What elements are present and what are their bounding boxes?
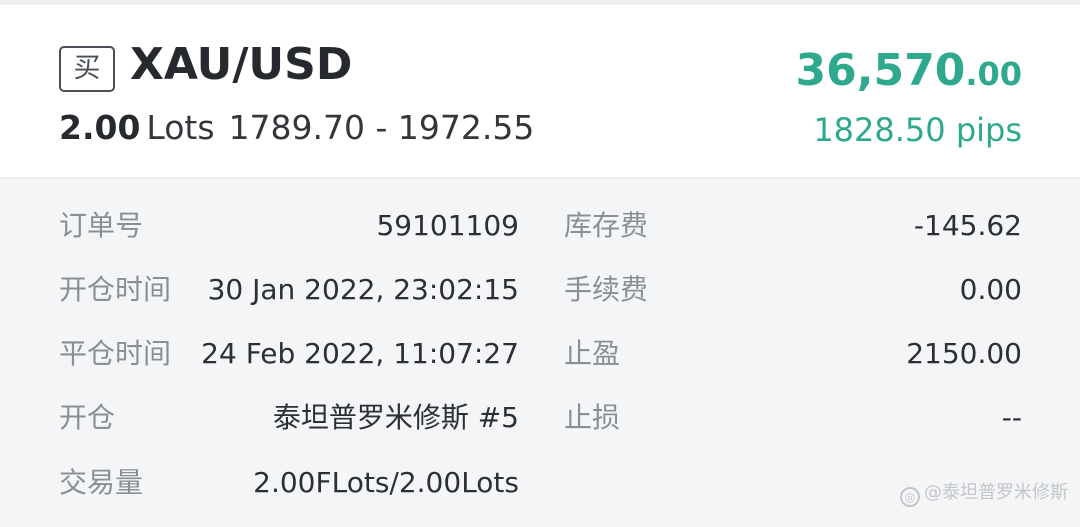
order-no-label: 订单号 — [59, 209, 144, 242]
open-value: 泰坦普罗米修斯 #5 — [272, 401, 519, 434]
profit-amount: 36,570.00 — [796, 45, 1022, 96]
close-time-label: 平仓时间 — [59, 337, 172, 370]
commission-value: 0.00 — [959, 273, 1022, 306]
swap-value: -145.62 — [913, 209, 1022, 242]
stop-loss-label: 止损 — [564, 401, 621, 434]
take-profit-label: 止盈 — [564, 337, 621, 370]
open-time-label: 开仓时间 — [59, 273, 172, 306]
take-profit-value: 2150.00 — [906, 337, 1022, 370]
commission-label: 手续费 — [564, 273, 649, 306]
watermark: ◎ @泰坦普罗米修斯 — [900, 478, 1068, 507]
pips-value: 1828.50 pips — [813, 111, 1022, 149]
volume-label: 交易量 — [59, 466, 144, 499]
lots-value: 2.00 — [59, 108, 141, 147]
swap-label: 库存费 — [564, 209, 649, 242]
open-label: 开仓 — [59, 401, 116, 434]
trade-header[interactable]: 买 XAU/USD 2.00 Lots 1789.70 - 1972.55 36,5… — [0, 5, 1080, 177]
stop-loss-value: -- — [1001, 401, 1022, 434]
lots-line: 2.00 Lots 1789.70 - 1972.55 — [59, 108, 534, 147]
volume-value: 2.00FLots/2.00Lots — [253, 466, 519, 499]
symbol-title: XAU/USD — [130, 39, 353, 90]
weibo-icon: ◎ — [900, 487, 920, 507]
side-badge: 买 — [59, 46, 115, 92]
profit-main: 36,570 — [795, 45, 966, 96]
open-time-value: 30 Jan 2022, 23:02:15 — [207, 273, 519, 306]
price-range: 1789.70 - 1972.55 — [228, 108, 535, 147]
order-no-value: 59101109 — [376, 209, 519, 242]
watermark-text: @泰坦普罗米修斯 — [924, 482, 1068, 503]
profit-decimals: .00 — [965, 55, 1022, 93]
close-time-value: 24 Feb 2022, 11:07:27 — [201, 337, 519, 370]
lots-unit: Lots — [146, 108, 215, 147]
